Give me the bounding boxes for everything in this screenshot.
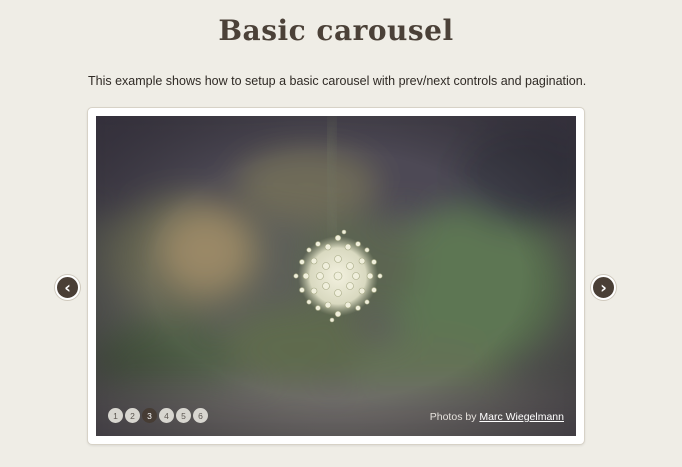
credit-prefix: Photos by <box>429 411 477 423</box>
page-intro: This example shows how to setup a basic … <box>88 74 587 88</box>
page-dot-6[interactable]: 6 <box>193 408 208 423</box>
carousel-slide-image <box>96 116 576 436</box>
prev-button[interactable]: ‹ <box>55 275 80 300</box>
next-button[interactable]: › <box>591 275 616 300</box>
page-dot-3[interactable]: 3 <box>142 408 157 423</box>
page-dot-1[interactable]: 1 <box>108 408 123 423</box>
page-dot-4[interactable]: 4 <box>159 408 174 423</box>
chevron-left-icon: ‹ <box>64 277 71 297</box>
page-dot-5[interactable]: 5 <box>176 408 191 423</box>
credit-author-link[interactable]: Marc Wiegelmann <box>479 411 564 423</box>
flower-photo <box>96 116 576 436</box>
page-title: Basic carousel <box>218 14 454 47</box>
chevron-right-icon: › <box>600 277 607 297</box>
carousel-demo-page: Basic carousel This example shows how to… <box>0 0 682 467</box>
carousel-pagination: 1 2 3 4 5 6 <box>108 408 208 423</box>
page-dot-2[interactable]: 2 <box>125 408 140 423</box>
photo-credit: Photos by Marc Wiegelmann <box>430 411 564 423</box>
